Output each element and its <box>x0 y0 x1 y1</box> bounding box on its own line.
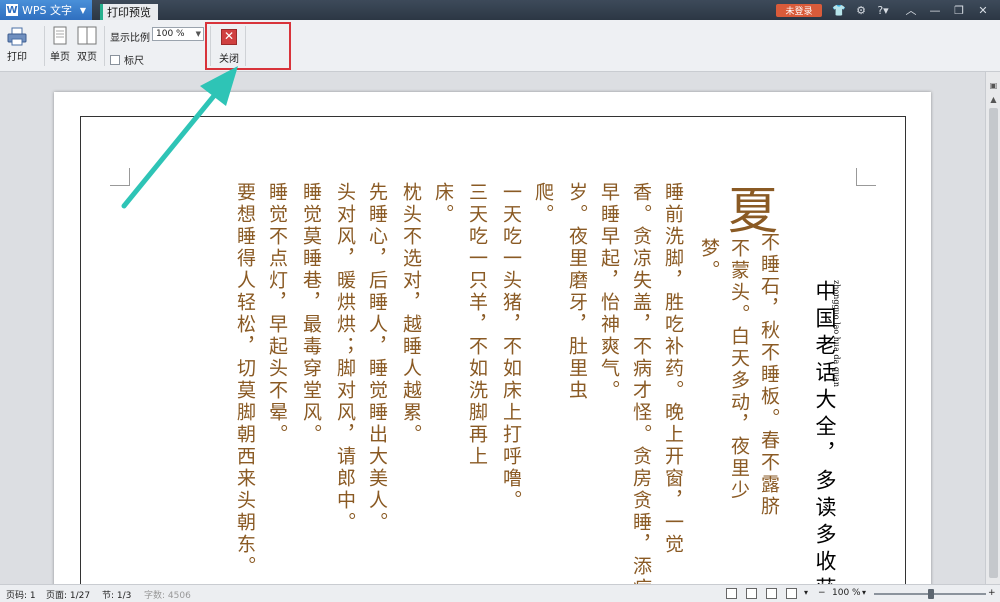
preview-area[interactable]: zhongguo lao hua da quan 中国老话大全，多读多收获啊 夏… <box>0 72 985 584</box>
double-page-icon <box>77 26 97 45</box>
word-count: 字数: 4506 <box>144 591 191 601</box>
zoom-select[interactable]: 100 % ▼ <box>152 27 204 41</box>
close-window-icon[interactable]: ✕ <box>974 2 992 18</box>
view-options-icon[interactable]: ▾ <box>804 588 808 597</box>
text-column: 睡前洗脚，胜吃补药。晚上开窗，一觉 <box>662 182 684 556</box>
scrollbar-thumb[interactable] <box>989 108 998 578</box>
title-bar: W WPS 文字 ▼ 打印预览 未登录 👕 ⚙ ?▾ ︿ — ❐ ✕ <box>0 0 1000 20</box>
double-page-label: 双页 <box>77 52 97 63</box>
double-page-button[interactable]: 双页 <box>77 26 97 63</box>
settings-icon[interactable]: ⚙ <box>852 2 870 18</box>
tab-print-preview[interactable]: 打印预览 <box>100 4 158 20</box>
print-label: 打印 <box>7 52 27 63</box>
web-view-icon[interactable] <box>786 588 797 599</box>
text-column: 香。贪凉失盖，不病才怪。贪房贪睡，添病 <box>630 182 652 584</box>
text-column: 梦。 <box>698 238 720 282</box>
chevron-down-icon: ▼ <box>195 30 201 38</box>
status-zoom: 100 % <box>832 588 861 598</box>
collapse-icon[interactable]: ︿ <box>902 2 920 18</box>
outline-view-icon[interactable] <box>766 588 777 599</box>
status-bar: 页码: 1 页面: 1/27 节: 1/3 字数: 4506 ▾ − 100 %… <box>0 584 1000 602</box>
page-indicator: 页面: 1/27 <box>46 591 91 601</box>
section-indicator: 节: 1/3 <box>102 591 132 601</box>
ruler-checkbox[interactable]: 标尺 <box>110 52 144 67</box>
document-page: zhongguo lao hua da quan 中国老话大全，多读多收获啊 夏… <box>54 92 931 584</box>
highlight-box <box>205 22 291 70</box>
print-button[interactable]: 打印 <box>6 26 28 63</box>
app-menu-button[interactable]: W WPS 文字 ▼ <box>0 0 92 20</box>
text-column: 不睡石，秋不睡板。春不露脐 <box>758 232 780 518</box>
page-view-icon[interactable]: ▣ <box>988 80 999 91</box>
drop-cap: 夏 <box>728 182 778 240</box>
zoom-in-icon[interactable]: + <box>988 588 996 598</box>
print-preview-toolbar: 打印 单页 双页 显示比例 100 % ▼ 标尺 ✕ 关闭 <box>0 20 1000 72</box>
zoom-menu-icon[interactable]: ▾ <box>862 588 866 597</box>
restore-icon[interactable]: ❐ <box>950 2 968 18</box>
minimize-icon[interactable]: — <box>926 2 944 18</box>
wps-logo-icon: W <box>6 4 18 16</box>
text-column: 爬。 <box>532 182 554 226</box>
text-column: 要想睡得人轻松，切莫脚朝西来头朝东。 <box>234 182 256 578</box>
login-button[interactable]: 未登录 <box>776 4 822 17</box>
zoom-value: 100 % <box>156 29 185 39</box>
skin-icon[interactable]: 👕 <box>830 2 848 18</box>
text-column: 早睡早起，怡神爽气。 <box>598 182 620 402</box>
crop-mark <box>856 168 876 186</box>
zoom-slider-knob[interactable] <box>928 589 934 599</box>
text-column: 先睡心，后睡人，睡觉睡出大美人。 <box>366 182 388 534</box>
text-column: 三天吃一只羊，不如洗脚再上 <box>466 182 488 468</box>
text-column: 头对风，暖烘烘；脚对风，请郎中。 <box>334 182 356 534</box>
text-column: 不蒙头。白天多动，夜里少 <box>728 238 750 502</box>
single-page-label: 单页 <box>50 52 70 63</box>
ruler-label: 标尺 <box>124 56 144 67</box>
text-column: 床。 <box>432 182 454 226</box>
chevron-down-icon: ▼ <box>79 5 86 15</box>
text-column: 岁。夜里磨牙，肚里虫 <box>566 182 588 402</box>
document-title: 中国老话大全，多读多收获啊 <box>813 280 837 584</box>
scroll-up-icon[interactable]: ▲ <box>988 94 999 105</box>
full-screen-icon[interactable] <box>726 588 737 599</box>
text-column: 枕头不选对，越睡人越累。 <box>400 182 422 446</box>
app-name: WPS 文字 <box>22 4 72 17</box>
page-code: 页码: 1 <box>6 591 36 601</box>
vertical-scrollbar[interactable]: ▣ ▲ <box>985 72 1000 584</box>
text-column: 一天吃一头猪，不如床上打呼噜。 <box>500 182 522 512</box>
checkbox-box <box>110 54 120 65</box>
text-column: 睡觉不点灯，早起头不晕。 <box>266 182 288 446</box>
zoom-label: 显示比例 <box>110 33 150 44</box>
single-page-button[interactable]: 单页 <box>50 26 70 63</box>
text-column: 睡觉莫睡巷，最毒穿堂风。 <box>300 182 322 446</box>
crop-mark <box>110 168 130 186</box>
help-icon[interactable]: ?▾ <box>874 2 892 18</box>
single-page-icon <box>53 26 67 45</box>
zoom-out-icon[interactable]: − <box>818 588 826 598</box>
printer-icon <box>7 27 27 46</box>
page-view-icon[interactable] <box>746 588 757 599</box>
